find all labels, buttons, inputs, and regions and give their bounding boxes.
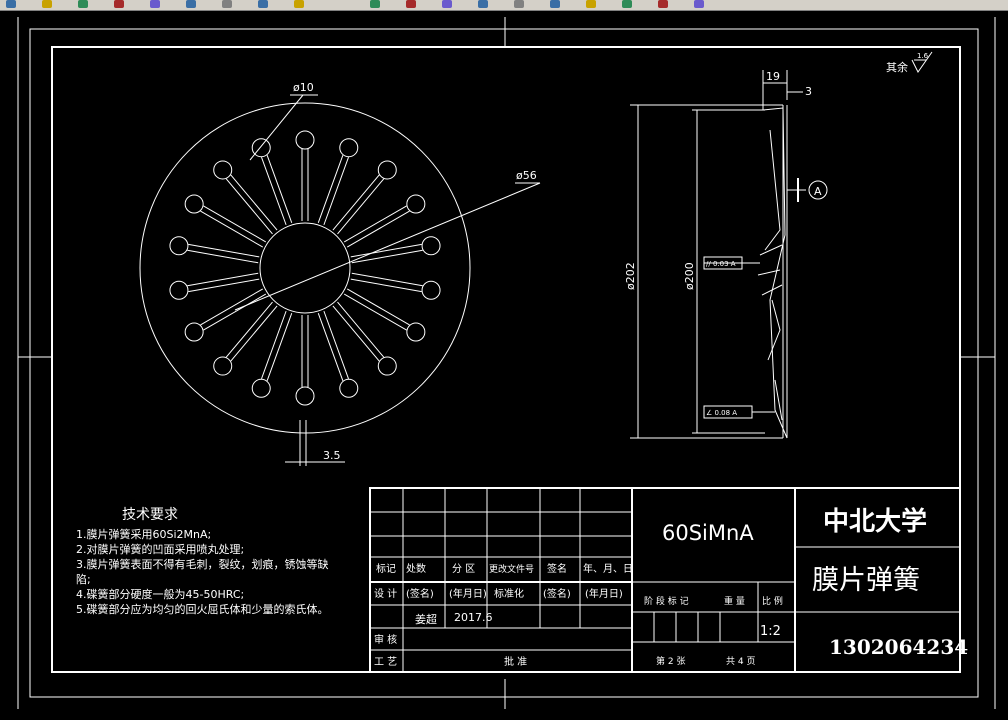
tb-total: 共 4 页 — [726, 656, 755, 667]
tb-design: (签名) — [543, 587, 571, 600]
calculator-icon[interactable] — [514, 0, 524, 8]
tb-approve: 批 准 — [504, 655, 527, 668]
tb-design: 设 计 — [374, 587, 397, 600]
open-icon[interactable] — [6, 0, 16, 8]
tb-process: 工 艺 — [374, 656, 397, 668]
width-label: 19 — [766, 70, 780, 83]
block-icon[interactable] — [586, 0, 596, 8]
tech-req-item: 2.对膜片弹簧的凹面采用喷丸处理; — [76, 542, 244, 556]
paste-icon[interactable] — [186, 0, 196, 8]
outer-dia-label: ø202 — [624, 262, 637, 290]
toolbar — [0, 0, 1008, 11]
tech-req-item: 3.膜片弹簧表面不得有毛刺，裂纹，划痕，锈蚀等缺 — [76, 557, 329, 571]
insert-icon[interactable] — [622, 0, 632, 8]
drawing-canvas: 其余 1.6 ø10 ø56 3.5 19 3 ø202 ø200 A // 0… — [0, 11, 1008, 720]
print-icon[interactable] — [78, 0, 88, 8]
tech-req-item: 陷; — [76, 572, 91, 586]
tech-req-title: 技术要求 — [122, 507, 178, 523]
tb-date: 2017.6 — [454, 611, 493, 624]
outer-diameter-label: ø56 — [516, 169, 537, 182]
layer-icon[interactable] — [478, 0, 488, 8]
undo-icon[interactable] — [222, 0, 232, 8]
tb-design: (签名) — [406, 587, 434, 600]
datum-label: A — [814, 185, 822, 198]
save-icon[interactable] — [42, 0, 52, 8]
color-icon[interactable] — [658, 0, 668, 8]
inner-dia-label: ø200 — [683, 262, 696, 290]
tb-review: 审 核 — [374, 633, 397, 646]
copy-icon[interactable] — [150, 0, 160, 8]
slot-width-label: 3.5 — [323, 449, 341, 462]
tb-header: 处数 — [406, 562, 426, 575]
thickness-label: 3 — [805, 85, 812, 98]
tb-header: 更改文件号 — [489, 563, 534, 575]
properties-icon[interactable] — [442, 0, 452, 8]
tb-stage: 阶 段 标 记 — [644, 595, 689, 607]
tb-drawing-no: 1302064234 — [829, 635, 968, 659]
tech-req-item: 4.碟簧部分硬度一般为45-50HRC; — [76, 587, 244, 601]
tech-req-item: 5.碟簧部分应为均匀的回火屈氏体和少量的索氏体。 — [76, 602, 329, 616]
text-icon[interactable] — [406, 0, 416, 8]
tb-design: (年月日) — [449, 587, 487, 600]
linetype-icon[interactable] — [694, 0, 704, 8]
hole-diameter-label: ø10 — [293, 81, 314, 94]
tb-header: 签名 — [547, 562, 567, 575]
tb-design: (年月日) — [585, 587, 623, 600]
tb-header: 分 区 — [452, 563, 475, 575]
tb-header: 标记 — [376, 563, 396, 575]
tb-sheet: 第 2 张 — [656, 655, 685, 667]
tb-scale: 1:2 — [760, 624, 781, 639]
surface-note-prefix: 其余 — [886, 60, 908, 74]
zoom-icon[interactable] — [294, 0, 304, 8]
tb-part-name: 膜片弹簧 — [812, 565, 920, 596]
cut-icon[interactable] — [114, 0, 124, 8]
tb-header: 年、月、日 — [583, 562, 633, 575]
redo-icon[interactable] — [258, 0, 268, 8]
tb-designer: 姜超 — [415, 612, 437, 626]
tb-weight: 重 量 — [724, 595, 745, 607]
tech-req-item: 1.膜片弹簧采用60Si2MnA; — [76, 527, 211, 541]
roughness-value: 1.6 — [917, 52, 929, 60]
angular-tol-label: ∠ 0.08 A — [706, 409, 737, 417]
tb-material: 60SiMnA — [662, 521, 754, 545]
tb-design: 标准化 — [494, 587, 524, 600]
tb-university: 中北大学 — [823, 506, 927, 537]
help-icon[interactable] — [550, 0, 560, 8]
parallel-tol-label: // 0.03 A — [706, 260, 736, 268]
tb-scale-label: 比 例 — [762, 595, 783, 607]
pan-icon[interactable] — [370, 0, 380, 8]
